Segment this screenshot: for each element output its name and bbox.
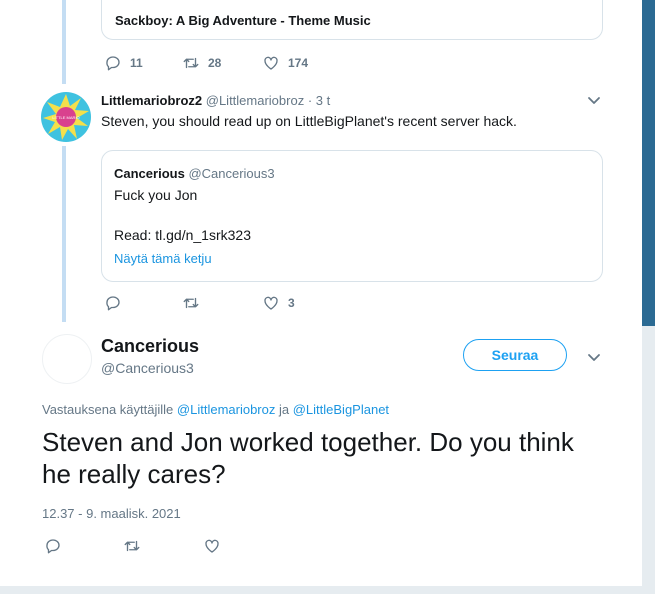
reply-context: Vastauksena käyttäjille @Littlemariobroz… [42,402,389,417]
reply-user-link-2[interactable]: @LittleBigPlanet [293,402,389,417]
main-tweet-text: Steven and Jon worked together. Do you t… [42,427,574,489]
reply-action[interactable]: 11 [104,54,143,72]
display-name[interactable]: Littlemariobroz2 [101,93,202,108]
like-action[interactable]: 174 [262,54,308,72]
tweet-timestamp[interactable]: 12.37 - 9. maalisk. 2021 [42,506,181,521]
tweet-thread-card: Sackboy: A Big Adventure - Theme Music 1… [0,0,642,586]
retweet-action[interactable]: 28 [182,54,221,72]
reply-icon [46,539,60,554]
follow-button[interactable]: Seuraa [463,339,567,371]
chevron-down-icon[interactable] [587,94,601,108]
chevron-down-icon[interactable] [587,351,601,365]
like-count: 174 [288,56,309,70]
retweet-count: 28 [208,56,222,70]
main-handle[interactable]: @Cancerious3 [101,360,194,376]
link-preview-title: Sackboy: A Big Adventure - Theme Music [115,13,371,28]
heart-icon [205,539,219,553]
thread-line-middle [62,146,66,322]
quoted-display-name: Cancerious [114,166,185,181]
tweet-time[interactable]: · 3 t [308,93,330,108]
avatar-label: LITTLE MARIO [52,115,79,120]
retweet-icon [124,540,140,552]
avatar-cancerious[interactable] [42,334,92,384]
main-retweet-action[interactable] [123,537,141,555]
link-preview-card[interactable]: Sackboy: A Big Adventure - Theme Music [101,0,603,40]
reply-context-and: ja [278,402,290,417]
reply-tweet-text: Steven, you should read up on LittleBigP… [101,113,517,129]
quoted-tweet-header: Cancerious @Cancerious3 [114,166,275,181]
avatar-image: LITTLE MARIO [41,92,91,142]
quoted-handle: @Cancerious3 [188,166,275,181]
reply-tweet-header: Littlemariobroz2 @Littlemariobroz · 3 t [101,93,330,108]
reply-user-link-1[interactable]: @Littlemariobroz [177,402,275,417]
retweet-icon [183,297,199,309]
retweet-icon [183,57,199,69]
retweet-action-2[interactable] [182,294,208,312]
user-handle[interactable]: @Littlemariobroz [206,93,304,108]
reply-action-2[interactable] [104,294,130,312]
heart-icon [264,56,278,70]
reply-icon [106,296,120,311]
like-count-2: 3 [288,296,295,310]
thread-line-top [62,0,66,84]
like-action-2[interactable]: 3 [262,294,295,312]
reply-context-prefix: Vastauksena käyttäjille [42,402,174,417]
main-like-action[interactable] [203,537,221,555]
quoted-tweet-card[interactable]: Cancerious @Cancerious3 Fuck you Jon Rea… [101,150,603,282]
reply-count: 11 [130,56,143,70]
quoted-line-2: Read: tl.gd/n_1srk323 [114,227,251,243]
avatar-littlemariobroz[interactable]: LITTLE MARIO [41,92,91,142]
show-thread-link[interactable]: Näytä tämä ketju [114,251,212,266]
main-display-name[interactable]: Cancerious [101,336,199,357]
main-reply-action[interactable] [44,537,62,555]
quoted-line-1: Fuck you Jon [114,187,198,203]
heart-icon [264,296,278,310]
reply-icon [106,56,120,71]
